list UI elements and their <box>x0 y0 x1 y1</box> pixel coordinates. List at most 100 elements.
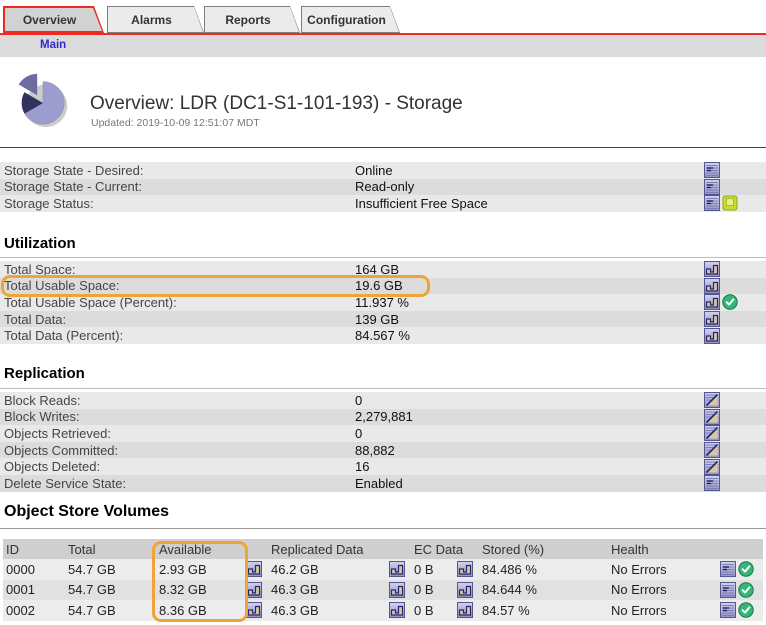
attribute-report-icon[interactable] <box>704 162 720 178</box>
chart-button-icon[interactable] <box>389 582 405 598</box>
row-value: Online <box>355 163 704 178</box>
tab-configuration[interactable]: Configuration <box>301 6 400 33</box>
chart-button-icon[interactable] <box>246 561 262 577</box>
attribute-row: Block Writes: 2,279,881 <box>0 409 766 426</box>
trend-chart-icon[interactable] <box>704 392 720 408</box>
tab-reports[interactable]: Reports <box>204 6 300 33</box>
status-ok-icon <box>738 582 754 598</box>
tab-label: Alarms <box>107 6 204 33</box>
attribute-report-icon[interactable] <box>720 561 736 577</box>
status-ok-icon <box>738 602 754 618</box>
chart-button-icon[interactable] <box>704 261 720 277</box>
attribute-report-icon[interactable] <box>720 582 736 598</box>
trend-chart-icon[interactable] <box>704 409 720 425</box>
cell-replicated: 46.3 GB <box>268 602 411 618</box>
updated-timestamp: Updated: 2019-10-09 12:51:07 MDT <box>91 117 260 129</box>
cell-ec-data: 0 B <box>411 561 479 577</box>
col-header-ec: EC Data <box>411 542 479 557</box>
header-divider <box>0 147 766 148</box>
cell-ec-data: 0 B <box>411 582 479 598</box>
chart-button-icon[interactable] <box>457 602 473 618</box>
chart-button-icon[interactable] <box>246 582 262 598</box>
cell-ec-data: 0 B <box>411 602 479 618</box>
tab-alarms[interactable]: Alarms <box>107 6 204 33</box>
row-label: Total Usable Space (Percent): <box>4 295 355 310</box>
attribute-report-icon[interactable] <box>720 602 736 618</box>
cell-available: 8.32 GB <box>156 582 268 598</box>
attribute-row: Total Usable Space (Percent): 11.937 % <box>0 294 766 311</box>
chart-button-icon[interactable] <box>246 602 262 618</box>
chart-button-icon[interactable] <box>457 582 473 598</box>
section-heading-object-store-volumes: Object Store Volumes <box>4 503 169 521</box>
tab-label: Reports <box>204 6 300 33</box>
row-label: Delete Service State: <box>4 476 355 491</box>
chart-button-icon[interactable] <box>389 561 405 577</box>
row-value: 2,279,881 <box>355 409 704 424</box>
row-label: Total Data: <box>4 312 355 327</box>
chart-button-icon[interactable] <box>704 328 720 344</box>
attribute-report-icon[interactable] <box>704 475 720 491</box>
col-header-stored: Stored (%) <box>479 542 608 557</box>
cell-available: 8.36 GB <box>156 602 268 618</box>
cell-replicated: 46.2 GB <box>268 561 411 577</box>
page-title: Overview: LDR (DC1-S1-101-193) - Storage <box>90 93 463 115</box>
table-row: 0002 54.7 GB 8.36 GB 46.3 GB 0 B 84.57 %… <box>3 600 763 621</box>
breadcrumb-main-link[interactable]: Main <box>40 35 66 56</box>
attribute-report-icon[interactable] <box>704 179 720 195</box>
attribute-row: Storage Status: Insufficient Free Space <box>0 195 766 212</box>
attribute-row: Objects Committed: 88,882 <box>0 442 766 459</box>
chart-button-icon[interactable] <box>704 294 720 310</box>
tab-label: Configuration <box>301 6 400 33</box>
row-value: Enabled <box>355 476 704 491</box>
attribute-row: Storage State - Current: Read-only <box>0 179 766 196</box>
trend-chart-icon[interactable] <box>704 442 720 458</box>
cell-id: 0001 <box>3 582 65 597</box>
row-label: Block Writes: <box>4 409 355 424</box>
row-label: Total Data (Percent): <box>4 328 355 343</box>
replication-section: Block Reads: 0 Block Writes: 2,279,881 O… <box>0 392 766 492</box>
cell-total: 54.7 GB <box>65 603 156 618</box>
row-label: Total Usable Space: <box>4 278 355 293</box>
chart-button-icon[interactable] <box>704 278 720 294</box>
cell-total: 54.7 GB <box>65 582 156 597</box>
storage-state-section: Storage State - Desired: Online Storage … <box>0 162 766 212</box>
cell-value: 0 B <box>414 603 434 618</box>
cell-value: 46.2 GB <box>271 562 319 577</box>
row-label: Objects Deleted: <box>4 459 355 474</box>
cell-value: 46.3 GB <box>271 582 319 597</box>
chart-button-icon[interactable] <box>704 311 720 327</box>
col-header-replicated: Replicated Data <box>268 542 411 557</box>
cell-stored: 84.644 % <box>479 582 608 597</box>
attribute-report-icon[interactable] <box>704 195 720 211</box>
attribute-row-total-usable-space: Total Usable Space: 19.6 GB <box>0 278 766 295</box>
row-value: 84.567 % <box>355 328 704 343</box>
row-value: 164 GB <box>355 262 704 277</box>
cell-id: 0000 <box>3 562 65 577</box>
object-store-table: ID Total Available Replicated Data EC Da… <box>3 539 763 621</box>
row-label: Storage State - Desired: <box>4 163 355 178</box>
tab-overview[interactable]: Overview <box>3 6 104 33</box>
cell-health: No Errors <box>608 582 763 598</box>
row-value: 139 GB <box>355 312 704 327</box>
table-row: 0001 54.7 GB 8.32 GB 46.3 GB 0 B 84.644 … <box>3 580 763 601</box>
row-value: 0 <box>355 426 704 441</box>
col-header-id: ID <box>3 542 65 557</box>
row-label: Storage State - Current: <box>4 179 355 194</box>
chart-button-icon[interactable] <box>389 602 405 618</box>
col-header-total: Total <box>65 542 156 557</box>
trend-chart-icon[interactable] <box>704 459 720 475</box>
attribute-row: Total Data: 139 GB <box>0 311 766 328</box>
utilization-section: Total Space: 164 GB Total Usable Space: … <box>0 261 766 344</box>
cell-health: No Errors <box>608 561 763 577</box>
chart-button-icon[interactable] <box>457 561 473 577</box>
cell-value: 8.32 GB <box>159 582 207 597</box>
cell-stored: 84.57 % <box>479 603 608 618</box>
cell-value: No Errors <box>611 562 667 577</box>
cell-value: 2.93 GB <box>159 562 207 577</box>
tab-label: Overview <box>3 6 104 33</box>
trend-chart-icon[interactable] <box>704 425 720 441</box>
row-label: Block Reads: <box>4 393 355 408</box>
cell-stored: 84.486 % <box>479 562 608 577</box>
cell-value: 0 B <box>414 582 434 597</box>
cell-total: 54.7 GB <box>65 562 156 577</box>
